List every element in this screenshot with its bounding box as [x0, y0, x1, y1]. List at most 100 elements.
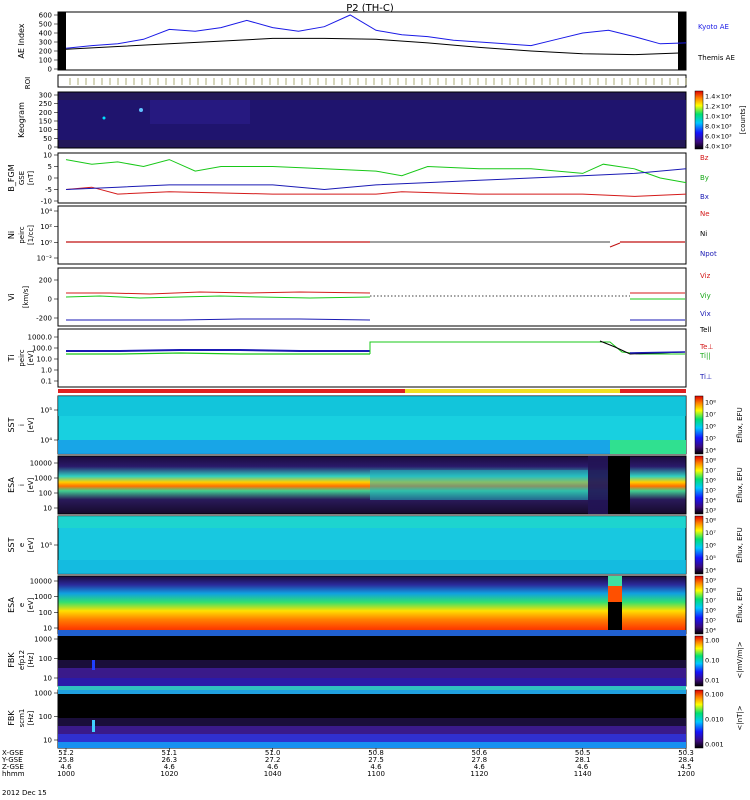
esa-i-ytick-label: 1000: [34, 475, 52, 483]
ti-ytick-label: 10.0: [36, 356, 52, 364]
keogram-cbar-tick: 1.4×10⁴: [705, 93, 732, 101]
fbk1-cbar-label: <|mV/m|>: [736, 641, 744, 678]
esa-e-cbar-tick: 10⁵: [705, 617, 716, 625]
sst-ion-panel: SST i [eV] 10⁵ 10⁴ 10⁸ 10⁷ 10⁶ 10⁵ 10⁴ Eflux,…: [7, 395, 744, 455]
ni-sub1: peirc: [18, 226, 26, 243]
esa-i-ytick-label: 10: [43, 505, 52, 513]
bfgm-ytick-label: 0: [48, 175, 52, 183]
ae-ytick-label: 100: [39, 57, 52, 65]
ae-ytick-label: 400: [39, 30, 52, 38]
vi-ytick-label: -200: [36, 315, 52, 323]
vi-legend-vix: Vix: [700, 310, 711, 318]
fbk1-ytick-label: 1000: [34, 636, 52, 644]
ti-legend-tipar: Ti||: [699, 352, 711, 360]
keogram-ytick-label: 50: [43, 135, 52, 143]
fbk1-cbar-tick: 0.01: [705, 677, 719, 685]
ni-legend-ne: Ne: [700, 210, 710, 218]
fbk1-cbar-tick: 1.00: [705, 637, 719, 645]
fbk2-cbar-label: <|nT|>: [736, 705, 744, 730]
ae-panel: AE Index 6005004003002001000 Kyoto AE Th…: [17, 11, 735, 74]
fbk1-sub2: [Hz]: [27, 653, 35, 668]
bfgm-sub1: GSE: [18, 171, 26, 185]
bfgm-ylabel: B_FGM: [7, 164, 16, 191]
esa-ion-panel: ESA i [eV] 10000100010010 10⁸10⁷10⁶10⁵10…: [7, 455, 744, 515]
fbk2-cbar-tick: 0.100: [705, 691, 724, 699]
sst-i-cbar-tick: 10⁵: [705, 435, 716, 443]
sst-i-cbar-tick: 10⁴: [705, 447, 716, 455]
sst-e-cbar-tick: 10⁶: [705, 542, 716, 550]
sst-i-cbar-tick: 10⁷: [705, 411, 716, 419]
esa-e-sub1: e: [18, 603, 26, 607]
ni-legend-ni: Ni: [700, 230, 707, 238]
sst-i-cbar-tick: 10⁶: [705, 423, 716, 431]
ae-ytick-label: 600: [39, 12, 52, 20]
fbk2-ytick-label: 10: [43, 737, 52, 745]
esa-e-ytick-label: 10000: [30, 578, 52, 586]
ti-panel: Ti peirc [eV] 1000.0 100.0 10.0 1.0 0.1 Tell…: [7, 326, 714, 388]
ae-legend-themis: Themis AE: [697, 54, 735, 62]
keogram-panel: Keogram 300250200150100500 1.4×10⁴ 1.2×10…: [17, 90, 747, 152]
keogram-cbar-label: [counts]: [739, 105, 747, 134]
esa-i-cbar-tick: 10⁴: [705, 497, 716, 505]
sst-e-cbar-tick: 10⁸: [705, 517, 716, 525]
ti-legend-tiperp: Ti⊥: [699, 373, 712, 381]
esa-e-cbar-tick: 10⁷: [705, 597, 716, 605]
ae-ytick-label: 500: [39, 21, 52, 29]
sst-e-cbar-tick: 10⁵: [705, 554, 716, 562]
sst-i-sub1: i: [18, 424, 26, 426]
esa-i-cbar-tick: 10⁵: [705, 487, 716, 495]
x-tick-value: 1120: [470, 770, 488, 778]
vi-ylabel: Vi: [7, 293, 16, 301]
ae-ylabel: AE Index: [17, 23, 26, 58]
x-tick-value: 1140: [574, 770, 592, 778]
bfgm-ytick-label: -10: [41, 198, 52, 206]
esa-i-cbar-tick: 10⁶: [705, 477, 716, 485]
roi-ylabel: ROI: [24, 77, 32, 89]
ae-legend-kyoto: Kyoto AE: [698, 23, 729, 31]
ni-ytick-label: 10²: [40, 223, 52, 231]
bfgm-ytick-label: 5: [48, 163, 52, 171]
sst-i-ytick-label: 10⁴: [40, 437, 52, 445]
fbk2-sub2: [Hz]: [27, 711, 35, 726]
sst-e-cbar-label: Eflux, EFU: [736, 527, 744, 562]
keogram-ytick-label: 0: [48, 144, 52, 152]
ae-yticks: 6005004003002001000: [39, 12, 58, 74]
ae-ytick-label: 200: [39, 48, 52, 56]
vi-panel: Vi [km/s] 200 0 -200 Viz Viy Vix: [7, 267, 711, 327]
x-row-label: hhmm: [2, 770, 25, 778]
esa-i-ytick-label: 10000: [30, 460, 52, 468]
x-tick-value: 1100: [367, 770, 385, 778]
ni-legend-npot: Npot: [700, 250, 717, 258]
x-tick-value: 1200: [677, 770, 695, 778]
x-tick-value: 1020: [160, 770, 178, 778]
fbk2-cbar-tick: 0.001: [705, 741, 724, 749]
ti-ytick-label: 100.0: [32, 345, 52, 353]
ni-sub2: [1/cc]: [27, 225, 35, 245]
fbk-efp12-panel: FBK efp12 [Hz] 1000 100 10 1.00 0.10 0.01 <|…: [7, 630, 744, 687]
x-tick-value: 1040: [264, 770, 282, 778]
esa-i-ytick-label: 100: [39, 490, 52, 498]
fbk2-cbar-tick: 0.010: [705, 716, 724, 724]
keogram-ytick-label: 150: [39, 118, 52, 126]
vi-ytick-label: 200: [39, 277, 52, 285]
sst-e-ytick-label: 10⁵: [40, 542, 52, 550]
esa-e-ylabel: ESA: [7, 597, 16, 613]
ti-ytick-label: 1000.0: [28, 334, 53, 342]
ti-ytick-label: 0.1: [41, 378, 52, 386]
ni-ytick-label: 10⁴: [40, 208, 52, 216]
bfgm-sub2: [nT]: [27, 171, 35, 185]
keogram-ytick-label: 250: [39, 100, 52, 108]
fbk-scm1-panel: FBK scm1 [Hz] 100010010 0.1000.0100.001 …: [7, 686, 744, 749]
sst-e-cbar-tick: 10⁴: [705, 567, 716, 575]
keogram-cbar-tick: 1.2×10⁴: [705, 103, 732, 111]
esa-e-ytick-label: 10: [43, 625, 52, 633]
ni-ytick-label: 10⁻²: [37, 255, 53, 263]
bfgm-legend-bx: Bx: [700, 193, 709, 201]
sst-i-cbar-tick: 10⁸: [705, 399, 716, 407]
keogram-cbar-tick: 4.0×10³: [705, 143, 732, 151]
esa-i-cbar-tick: 10⁷: [705, 467, 716, 475]
fbk1-ytick-label: 100: [39, 655, 52, 663]
bfgm-panel: B_FGM GSE [nT] 10 5 0 -5 -10 Bz By Bx: [7, 152, 709, 206]
esa-e-cbar-tick: 10⁴: [705, 627, 716, 635]
esa-electron-panel: ESA e [eV] 10000100010010 10⁹10⁸10⁷10⁶10…: [7, 575, 744, 635]
